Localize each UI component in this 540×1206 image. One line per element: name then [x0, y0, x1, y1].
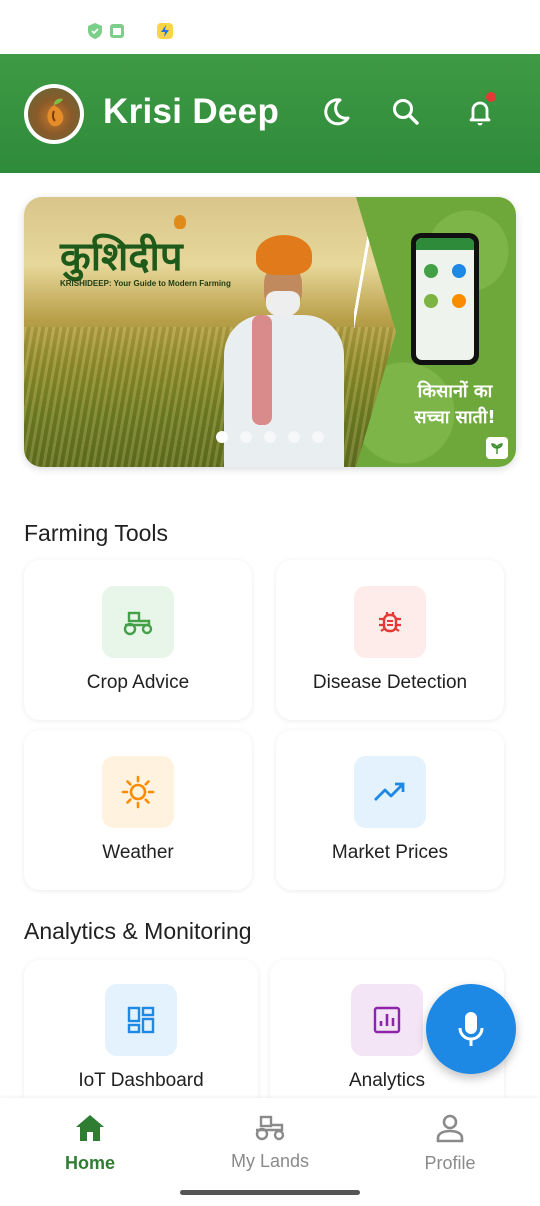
- dark-mode-button[interactable]: [316, 92, 356, 132]
- card-label: Weather: [102, 842, 174, 863]
- section-title-farming-tools: Farming Tools: [24, 520, 169, 546]
- card-label: Disease Detection: [312, 672, 468, 693]
- nav-label: My Lands: [230, 1151, 310, 1171]
- moon-icon: [324, 98, 350, 126]
- leaf-icon: [486, 437, 508, 459]
- tractor-icon: [102, 586, 174, 658]
- nav-profile[interactable]: Profile: [390, 1112, 510, 1174]
- bug-icon: [354, 586, 426, 658]
- weather-card[interactable]: Weather: [24, 730, 252, 890]
- analytics-icon: [351, 984, 423, 1056]
- app-title: Krisi Deep: [103, 92, 280, 131]
- shield-icon: [86, 22, 104, 40]
- app-logo: [24, 84, 84, 144]
- nav-home[interactable]: Home: [30, 1112, 150, 1174]
- notifications-button[interactable]: [460, 92, 500, 132]
- person-icon: [436, 1114, 464, 1143]
- banner-brand-hindi: कुशिदीप: [60, 234, 183, 280]
- search-icon: [393, 99, 419, 125]
- section-title-analytics: Analytics & Monitoring: [24, 918, 252, 944]
- status-bar: [0, 0, 540, 54]
- gesture-home-indicator[interactable]: [180, 1190, 360, 1195]
- notification-dot: [486, 92, 496, 102]
- search-button[interactable]: [386, 92, 426, 132]
- home-icon: [76, 1115, 104, 1141]
- iot-dashboard-card[interactable]: IoT Dashboard: [24, 960, 258, 1110]
- mic-icon: [458, 1012, 484, 1046]
- card-label: Market Prices: [331, 842, 449, 863]
- carousel-dot[interactable]: [264, 431, 276, 443]
- nav-label: Home: [64, 1153, 115, 1173]
- flipkart-icon: [156, 22, 174, 40]
- carousel-dot[interactable]: [312, 431, 324, 443]
- sun-icon: [102, 756, 174, 828]
- carousel-indicator: [216, 431, 324, 443]
- crop-advice-card[interactable]: Crop Advice: [24, 560, 252, 720]
- phone-mockup: [411, 233, 479, 365]
- card-label: IoT Dashboard: [78, 1070, 204, 1091]
- card-label: Crop Advice: [86, 672, 190, 693]
- carousel-dot[interactable]: [240, 431, 252, 443]
- nav-label: Profile: [424, 1153, 476, 1173]
- disease-detection-card[interactable]: Disease Detection: [276, 560, 504, 720]
- nav-my-lands[interactable]: My Lands: [210, 1112, 330, 1172]
- banner-slogan: किसानों का सच्चा साती!: [414, 381, 496, 428]
- tractor-icon: [255, 1115, 285, 1141]
- calendar-icon: [108, 22, 126, 40]
- dashboard-icon: [105, 984, 177, 1056]
- app-bar: Krisi Deep: [0, 54, 540, 173]
- trending-up-icon: [354, 756, 426, 828]
- voice-assistant-button[interactable]: [426, 984, 516, 1074]
- carousel-dot[interactable]: [216, 431, 228, 443]
- banner-brand-subtitle: KRISHIDEEP: Your Guide to Modern Farming: [60, 279, 231, 288]
- carousel-dot[interactable]: [288, 431, 300, 443]
- market-prices-card[interactable]: Market Prices: [276, 730, 504, 890]
- promo-banner[interactable]: कुशिदीप KRISHIDEEP: Your Guide to Modern…: [24, 197, 516, 467]
